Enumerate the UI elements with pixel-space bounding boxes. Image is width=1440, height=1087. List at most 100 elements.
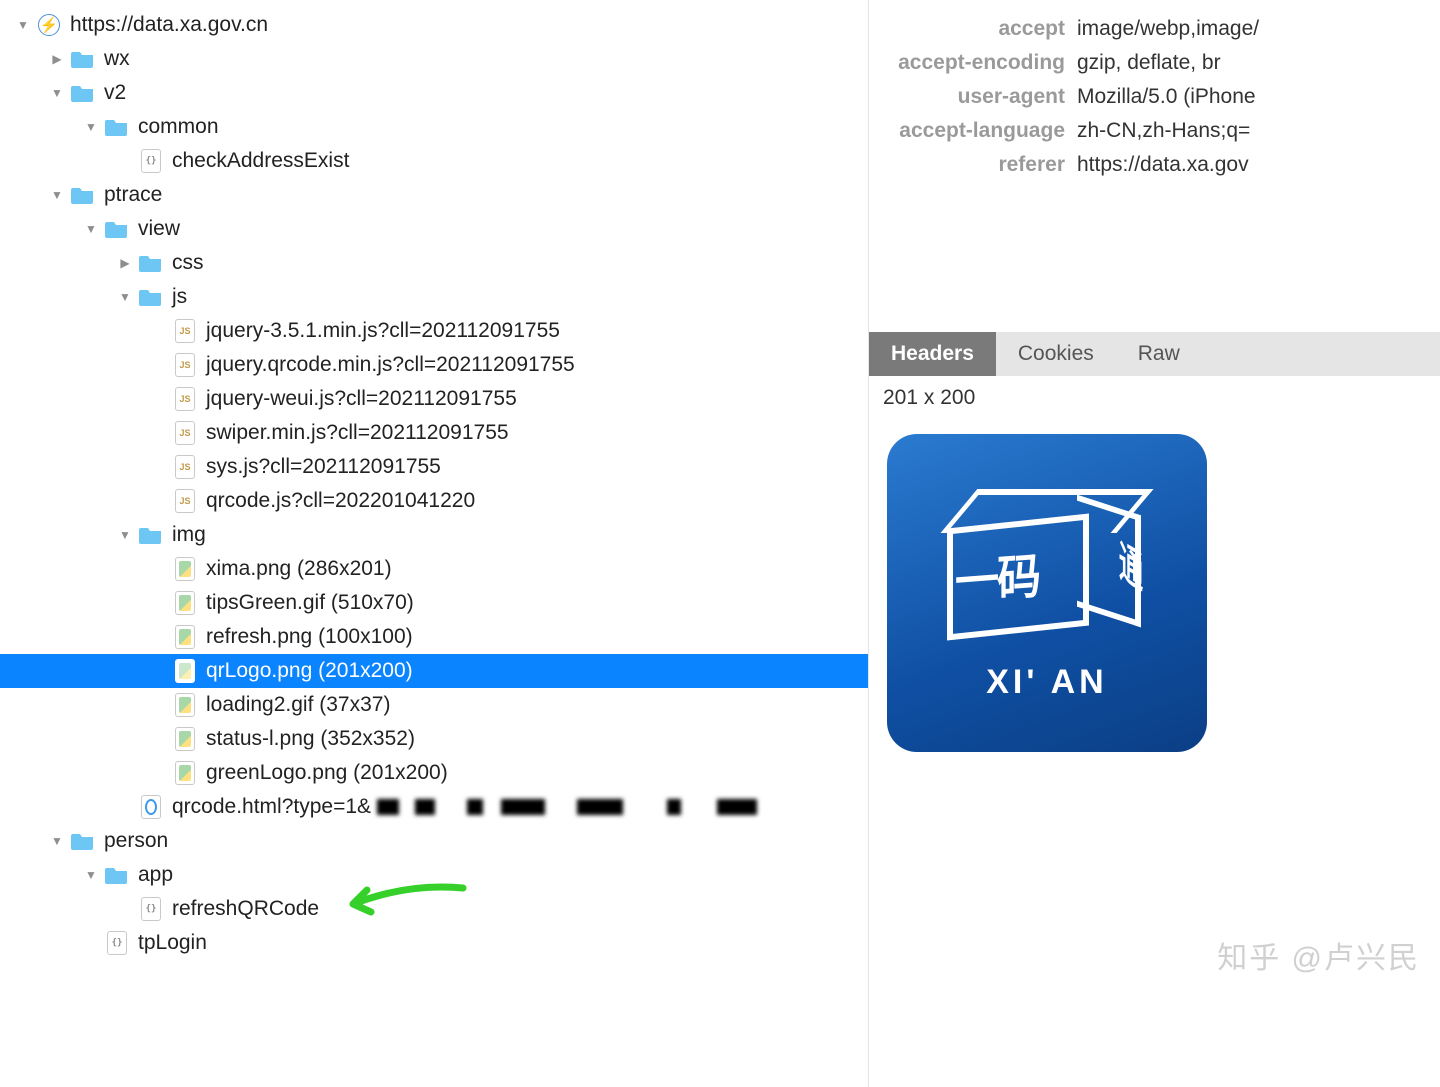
tree-label: common xyxy=(138,115,219,139)
chevron-down-icon[interactable]: ▼ xyxy=(82,222,100,236)
tree-row-jsfile[interactable]: JS jquery.qrcode.min.js?cll=202112091755 xyxy=(0,348,868,382)
tab-headers[interactable]: Headers xyxy=(869,332,996,376)
tree-label: sys.js?cll=202112091755 xyxy=(206,455,441,479)
tree-row-wx[interactable]: ▶ wx xyxy=(0,42,868,76)
folder-icon xyxy=(138,524,164,546)
tree-row-jsfile[interactable]: JS sys.js?cll=202112091755 xyxy=(0,450,868,484)
image-file-icon xyxy=(172,558,198,580)
folder-icon xyxy=(70,48,96,70)
tree-row-view[interactable]: ▼ view xyxy=(0,212,868,246)
header-value: image/webp,image/ xyxy=(1077,12,1259,46)
tree-label: css xyxy=(172,251,204,275)
redacted-text xyxy=(377,799,757,815)
image-file-icon xyxy=(172,694,198,716)
tree-row-ptrace[interactable]: ▼ ptrace xyxy=(0,178,868,212)
js-file-icon: JS xyxy=(172,320,198,342)
header-name: referer xyxy=(869,148,1065,182)
tree-label: wx xyxy=(104,47,130,71)
chevron-down-icon[interactable]: ▼ xyxy=(14,18,32,32)
header-row: accept-encoding gzip, deflate, br xyxy=(869,46,1440,80)
chevron-down-icon[interactable]: ▼ xyxy=(48,86,66,100)
tree-label: jquery-3.5.1.min.js?cll=202112091755 xyxy=(206,319,560,343)
image-file-icon xyxy=(172,592,198,614)
brand-text: XI' AN xyxy=(986,663,1108,702)
header-value: gzip, deflate, br xyxy=(1077,46,1221,80)
tree-panel: ▼ ⚡ https://data.xa.gov.cn ▶ wx ▼ v2 ▼ c… xyxy=(0,0,868,1087)
folder-icon xyxy=(138,286,164,308)
tree-label: refreshQRCode xyxy=(172,897,319,921)
tree-label: https://data.xa.gov.cn xyxy=(70,13,268,37)
chevron-right-icon[interactable]: ▶ xyxy=(48,52,66,66)
tree-label: app xyxy=(138,863,173,887)
tree-label: qrcode.js?cll=202201041220 xyxy=(206,489,475,513)
chevron-right-icon[interactable]: ▶ xyxy=(116,256,134,270)
header-value: https://data.xa.gov xyxy=(1077,148,1249,182)
tree-label: tpLogin xyxy=(138,931,207,955)
tab-raw[interactable]: Raw xyxy=(1116,332,1202,376)
tree-row-checkaddressexist[interactable]: {} checkAddressExist xyxy=(0,144,868,178)
tree-row-imgfile[interactable]: tipsGreen.gif (510x70) xyxy=(0,586,868,620)
tree-row-app[interactable]: ▼ app xyxy=(0,858,868,892)
json-file-icon: {} xyxy=(138,150,164,172)
folder-icon xyxy=(104,218,130,240)
chevron-down-icon[interactable]: ▼ xyxy=(48,188,66,202)
json-file-icon: {} xyxy=(138,898,164,920)
js-file-icon: JS xyxy=(172,388,198,410)
tree-row-jsfile[interactable]: JS jquery-weui.js?cll=202112091755 xyxy=(0,382,868,416)
chevron-down-icon[interactable]: ▼ xyxy=(82,868,100,882)
tree-label: v2 xyxy=(104,81,126,105)
tree-row-imgfile[interactable]: xima.png (286x201) xyxy=(0,552,868,586)
tree-row-person[interactable]: ▼ person xyxy=(0,824,868,858)
folder-icon xyxy=(70,830,96,852)
watermark-text: 知乎 @卢兴民 xyxy=(1217,933,1420,977)
tree-label: checkAddressExist xyxy=(172,149,349,173)
json-file-icon: {} xyxy=(104,932,130,954)
tree-row-imgfile[interactable]: refresh.png (100x100) xyxy=(0,620,868,654)
tree-row-tplogin[interactable]: {} tpLogin xyxy=(0,926,868,960)
tree-label: qrLogo.png (201x200) xyxy=(206,659,413,683)
tab-cookies[interactable]: Cookies xyxy=(996,332,1116,376)
tree-row-qrcodehtml[interactable]: qrcode.html?type=1& xyxy=(0,790,868,824)
tree-label: swiper.min.js?cll=202112091755 xyxy=(206,421,509,445)
folder-icon xyxy=(70,184,96,206)
js-file-icon: JS xyxy=(172,456,198,478)
header-name: accept-language xyxy=(869,114,1065,148)
tree-row-css[interactable]: ▶ css xyxy=(0,246,868,280)
chevron-down-icon[interactable]: ▼ xyxy=(116,290,134,304)
folder-icon xyxy=(70,82,96,104)
tree-row-imgfile-selected[interactable]: qrLogo.png (201x200) xyxy=(0,654,868,688)
chevron-down-icon[interactable]: ▼ xyxy=(116,528,134,542)
tree-row-jsfile[interactable]: JS jquery-3.5.1.min.js?cll=202112091755 xyxy=(0,314,868,348)
tree-row-refreshqrcode[interactable]: {} refreshQRCode xyxy=(0,892,868,926)
header-value: Mozilla/5.0 (iPhone xyxy=(1077,80,1256,114)
folder-icon xyxy=(104,116,130,138)
image-preview: 一码 通 XI' AN xyxy=(887,434,1207,752)
tree-row-img[interactable]: ▼ img xyxy=(0,518,868,552)
tree-label: view xyxy=(138,217,180,241)
image-file-icon xyxy=(172,762,198,784)
tree-row-imgfile[interactable]: loading2.gif (37x37) xyxy=(0,688,868,722)
tree-row-jsfile[interactable]: JS swiper.min.js?cll=202112091755 xyxy=(0,416,868,450)
chevron-down-icon[interactable]: ▼ xyxy=(82,120,100,134)
header-row: referer https://data.xa.gov xyxy=(869,148,1440,182)
tree-label: jquery-weui.js?cll=202112091755 xyxy=(206,387,517,411)
folder-icon xyxy=(138,252,164,274)
header-row: accept-language zh-CN,zh-Hans;q= xyxy=(869,114,1440,148)
tree-row-jsfile[interactable]: JS qrcode.js?cll=202201041220 xyxy=(0,484,868,518)
tree-row-js[interactable]: ▼ js xyxy=(0,280,868,314)
chevron-down-icon[interactable]: ▼ xyxy=(48,834,66,848)
tree-row-root[interactable]: ▼ ⚡ https://data.xa.gov.cn xyxy=(0,8,868,42)
tree-row-v2[interactable]: ▼ v2 xyxy=(0,76,868,110)
js-file-icon: JS xyxy=(172,422,198,444)
tree-row-imgfile[interactable]: status-l.png (352x352) xyxy=(0,722,868,756)
tree-label: person xyxy=(104,829,168,853)
details-panel: accept image/webp,image/ accept-encoding… xyxy=(868,0,1440,1087)
request-headers: accept image/webp,image/ accept-encoding… xyxy=(869,0,1440,192)
tree-label: greenLogo.png (201x200) xyxy=(206,761,448,785)
tree-row-common[interactable]: ▼ common xyxy=(0,110,868,144)
detail-tabs: Headers Cookies Raw xyxy=(869,332,1440,376)
tree-label: loading2.gif (37x37) xyxy=(206,693,390,717)
globe-lightning-icon: ⚡ xyxy=(36,14,62,36)
tree-row-imgfile[interactable]: greenLogo.png (201x200) xyxy=(0,756,868,790)
folder-icon xyxy=(104,864,130,886)
